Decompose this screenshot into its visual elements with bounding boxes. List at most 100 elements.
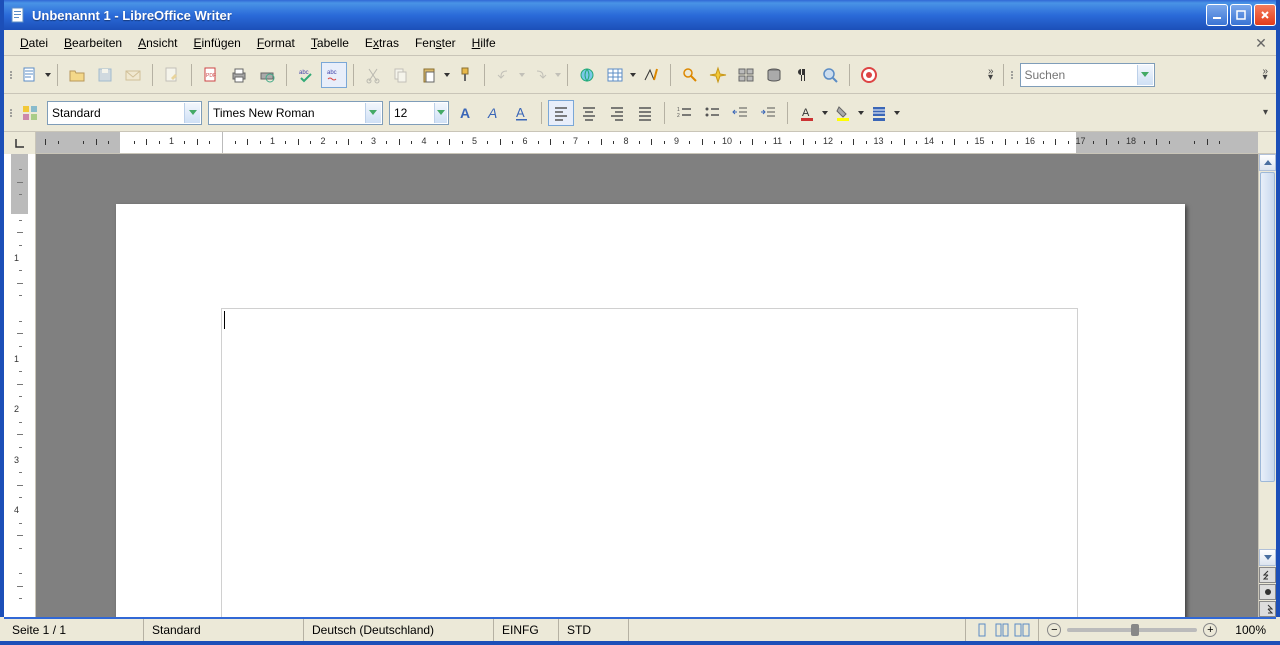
decrease-indent-button[interactable] <box>727 100 753 126</box>
copy-button[interactable] <box>388 62 414 88</box>
paste-button[interactable] <box>416 62 442 88</box>
scroll-down-button[interactable] <box>1259 549 1276 566</box>
align-right-button[interactable] <box>604 100 630 126</box>
menu-ansicht[interactable]: Ansicht <box>130 34 185 52</box>
font-name-dropdown[interactable] <box>365 103 381 123</box>
spellcheck-button[interactable]: abc <box>293 62 319 88</box>
search-input[interactable] <box>1021 65 1136 85</box>
italic-button[interactable]: A <box>481 100 507 126</box>
font-name-input[interactable] <box>209 103 364 123</box>
scroll-up-button[interactable] <box>1259 154 1276 171</box>
paragraph-style-combo[interactable] <box>47 101 202 125</box>
menu-tabelle[interactable]: Tabelle <box>303 34 357 52</box>
edit-file-button[interactable] <box>159 62 185 88</box>
background-color-button[interactable] <box>866 100 892 126</box>
search-toolbar-handle[interactable] <box>1009 61 1017 89</box>
print-button[interactable] <box>226 62 252 88</box>
highlight-button[interactable] <box>830 100 856 126</box>
zoom-out-button[interactable]: − <box>1047 623 1061 637</box>
table-button[interactable] <box>602 62 628 88</box>
highlight-dropdown[interactable] <box>857 111 865 115</box>
cut-button[interactable] <box>360 62 386 88</box>
hyperlink-button[interactable] <box>574 62 600 88</box>
format-paintbrush-button[interactable] <box>452 62 478 88</box>
search-field[interactable] <box>1020 63 1155 87</box>
font-color-dropdown[interactable] <box>821 111 829 115</box>
document-viewport[interactable] <box>36 154 1258 617</box>
navigation-button[interactable] <box>1259 584 1276 600</box>
book-view-icon[interactable] <box>1014 623 1030 637</box>
navigator-button[interactable] <box>705 62 731 88</box>
formatting-toolbar-overflow[interactable]: ▾ <box>1259 108 1272 118</box>
undo-dropdown[interactable] <box>518 73 526 77</box>
page[interactable] <box>116 204 1185 617</box>
zoom-track[interactable] <box>1067 628 1197 632</box>
menu-bearbeiten[interactable]: Bearbeiten <box>56 34 130 52</box>
minimize-button[interactable] <box>1206 4 1228 26</box>
menu-hilfe[interactable]: Hilfe <box>464 34 504 52</box>
scroll-thumb[interactable] <box>1260 172 1275 482</box>
toolbar-overflow[interactable]: »▾ <box>984 67 998 83</box>
single-page-icon[interactable] <box>974 623 990 637</box>
zoom-in-button[interactable]: + <box>1203 623 1217 637</box>
menu-datei[interactable]: Datei <box>12 34 56 52</box>
show-draw-button[interactable] <box>638 62 664 88</box>
status-page[interactable]: Seite 1 / 1 <box>4 619 144 641</box>
ruler-corner[interactable] <box>4 132 36 154</box>
prev-page-button[interactable] <box>1259 567 1276 583</box>
zoom-button[interactable] <box>817 62 843 88</box>
auto-spellcheck-button[interactable]: abc <box>321 62 347 88</box>
new-doc-dropdown[interactable] <box>44 73 52 77</box>
menu-einfugen[interactable]: Einfügen <box>185 34 248 52</box>
toolbar-handle[interactable] <box>8 61 16 89</box>
formatting-toolbar-handle[interactable] <box>8 99 16 127</box>
menu-fenster[interactable]: Fenster <box>407 34 464 52</box>
font-size-combo[interactable] <box>389 101 449 125</box>
zoom-percent[interactable]: 100% <box>1225 623 1276 637</box>
styles-button[interactable] <box>17 100 43 126</box>
font-color-button[interactable]: A <box>794 100 820 126</box>
status-language[interactable]: Deutsch (Deutschland) <box>304 619 494 641</box>
paragraph-style-input[interactable] <box>48 103 183 123</box>
zoom-handle[interactable] <box>1131 624 1139 636</box>
maximize-button[interactable] <box>1230 4 1252 26</box>
align-center-button[interactable] <box>576 100 602 126</box>
window-close-button[interactable] <box>1254 4 1276 26</box>
font-size-input[interactable] <box>390 103 433 123</box>
paragraph-style-dropdown[interactable] <box>184 103 200 123</box>
bold-button[interactable]: A <box>453 100 479 126</box>
menu-extras[interactable]: Extras <box>357 34 407 52</box>
print-preview-button[interactable] <box>254 62 280 88</box>
increase-indent-button[interactable] <box>755 100 781 126</box>
help-button[interactable] <box>856 62 882 88</box>
font-size-dropdown[interactable] <box>434 103 447 123</box>
email-button[interactable] <box>120 62 146 88</box>
export-pdf-button[interactable]: PDF <box>198 62 224 88</box>
gallery-button[interactable] <box>733 62 759 88</box>
redo-button[interactable] <box>527 62 553 88</box>
align-left-button[interactable] <box>548 100 574 126</box>
horizontal-ruler[interactable]: 1123456789101112131415161718 <box>36 132 1258 153</box>
status-selection[interactable]: STD <box>559 619 629 641</box>
search-toolbar-overflow[interactable]: »▾ <box>1258 67 1272 83</box>
open-button[interactable] <box>64 62 90 88</box>
numbering-button[interactable]: 12 <box>671 100 697 126</box>
next-page-button[interactable] <box>1259 601 1276 617</box>
status-style[interactable]: Standard <box>144 619 304 641</box>
data-sources-button[interactable] <box>761 62 787 88</box>
bullets-button[interactable] <box>699 100 725 126</box>
vertical-ruler[interactable]: 11234 <box>4 154 36 617</box>
menu-format[interactable]: Format <box>249 34 303 52</box>
font-name-combo[interactable] <box>208 101 383 125</box>
table-dropdown[interactable] <box>629 73 637 77</box>
doc-close-icon[interactable]: ✕ <box>1252 34 1270 52</box>
new-doc-button[interactable] <box>17 62 43 88</box>
search-dropdown[interactable] <box>1137 65 1153 85</box>
multi-page-icon[interactable] <box>994 623 1010 637</box>
paste-dropdown[interactable] <box>443 73 451 77</box>
vertical-scrollbar[interactable] <box>1258 154 1276 617</box>
align-justify-button[interactable] <box>632 100 658 126</box>
redo-dropdown[interactable] <box>554 73 562 77</box>
status-insert[interactable]: EINFG <box>494 619 559 641</box>
undo-button[interactable] <box>491 62 517 88</box>
